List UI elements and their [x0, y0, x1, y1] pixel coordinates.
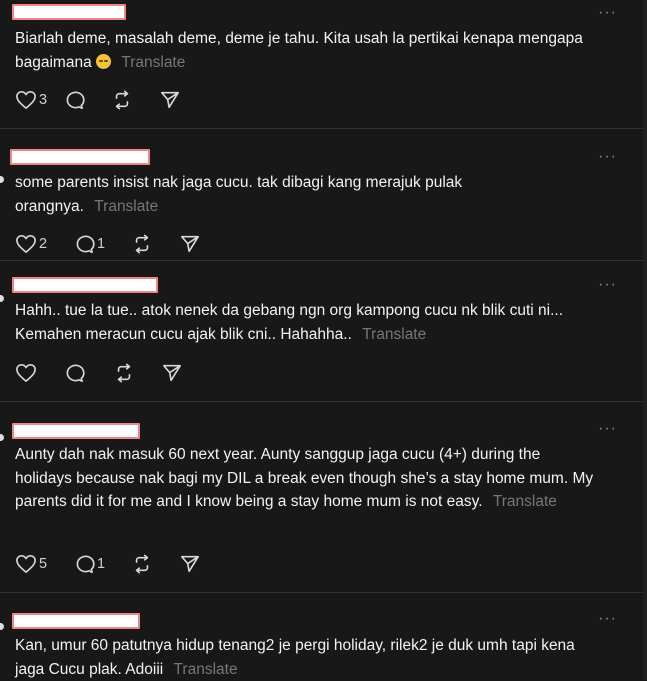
- share-button[interactable]: [161, 363, 183, 383]
- comment-icon: [76, 555, 95, 573]
- heart-icon: [16, 235, 36, 253]
- like-button[interactable]: [15, 363, 63, 383]
- share-button[interactable]: [179, 234, 201, 254]
- avatar[interactable]: [0, 434, 4, 441]
- post-body: Hahh.. tue la tue.. atok nenek da gebang…: [15, 302, 564, 343]
- reply-button[interactable]: [63, 363, 113, 383]
- redacted-username: [12, 277, 158, 293]
- comment-icon: [76, 235, 95, 253]
- comment-icon: [66, 91, 85, 109]
- like-button[interactable]: 3: [15, 90, 63, 110]
- translate-link[interactable]: Translate: [174, 661, 238, 678]
- translate-link[interactable]: Translate: [94, 198, 158, 215]
- redacted-username: [12, 423, 140, 439]
- action-bar: 5 1: [15, 553, 201, 575]
- reply-count: 1: [97, 556, 106, 572]
- repost-button[interactable]: [113, 363, 161, 383]
- like-button[interactable]: 5: [15, 554, 73, 574]
- action-bar: 3: [15, 89, 181, 111]
- avatar[interactable]: [0, 623, 4, 630]
- avatar[interactable]: [0, 176, 4, 183]
- more-options-icon[interactable]: ···: [598, 421, 617, 437]
- repost-button[interactable]: [131, 234, 179, 254]
- like-count: 5: [39, 556, 48, 572]
- reply-count: 1: [97, 236, 106, 252]
- like-button[interactable]: 2: [15, 234, 73, 254]
- send-icon: [161, 91, 179, 109]
- repost-icon: [135, 234, 149, 254]
- translate-link[interactable]: Translate: [121, 54, 185, 71]
- like-count: 2: [39, 236, 48, 252]
- avatar[interactable]: [0, 295, 4, 302]
- post-1: ··· Biarlah deme, masalah deme, deme je …: [0, 0, 647, 128]
- post-text: Kan, umur 60 patutnya hidup tenang2 je p…: [15, 634, 605, 681]
- heart-icon: [16, 364, 36, 382]
- reply-button[interactable]: 1: [73, 234, 131, 254]
- share-button[interactable]: [159, 90, 181, 110]
- redacted-username: [10, 149, 150, 165]
- scrollbar[interactable]: [643, 0, 647, 680]
- post-body: some parents insist nak jaga cucu. tak d…: [15, 174, 463, 215]
- disappointed-emoji-icon: [96, 53, 112, 69]
- redacted-username: [12, 613, 140, 629]
- translate-link[interactable]: Translate: [362, 326, 426, 343]
- post-text: Biarlah deme, masalah deme, deme je tahu…: [15, 27, 625, 74]
- repost-button[interactable]: [111, 90, 159, 110]
- translate-link[interactable]: Translate: [493, 493, 557, 510]
- reply-button[interactable]: [63, 90, 111, 110]
- post-text: Hahh.. tue la tue.. atok nenek da gebang…: [15, 299, 625, 346]
- post-body: Kan, umur 60 patutnya hidup tenang2 je p…: [15, 637, 575, 678]
- repost-icon: [117, 363, 131, 383]
- more-options-icon[interactable]: ···: [598, 277, 617, 293]
- post-5: ··· Kan, umur 60 patutnya hidup tenang2 …: [0, 593, 647, 680]
- send-icon: [181, 235, 199, 253]
- action-bar: 2 1: [15, 233, 201, 255]
- send-icon: [181, 555, 199, 573]
- repost-button[interactable]: [131, 554, 179, 574]
- more-options-icon[interactable]: ···: [598, 5, 617, 21]
- more-options-icon[interactable]: ···: [598, 611, 617, 627]
- heart-icon: [16, 91, 36, 109]
- post-3: ··· Hahh.. tue la tue.. atok nenek da ge…: [0, 261, 647, 401]
- comment-icon: [66, 364, 85, 382]
- post-text: Aunty dah nak masuk 60 next year. Aunty …: [15, 443, 595, 514]
- repost-icon: [115, 90, 129, 110]
- like-count: 3: [39, 92, 48, 108]
- redacted-username: [12, 4, 126, 20]
- share-button[interactable]: [179, 554, 201, 574]
- post-text: some parents insist nak jaga cucu. tak d…: [15, 171, 515, 218]
- repost-icon: [135, 554, 149, 574]
- more-options-icon[interactable]: ···: [598, 149, 617, 165]
- post-4: ··· Aunty dah nak masuk 60 next year. Au…: [0, 402, 647, 592]
- action-bar: [15, 362, 183, 384]
- send-icon: [163, 364, 181, 382]
- reply-button[interactable]: 1: [73, 554, 131, 574]
- heart-icon: [16, 555, 36, 573]
- post-2: ··· some parents insist nak jaga cucu. t…: [0, 129, 647, 260]
